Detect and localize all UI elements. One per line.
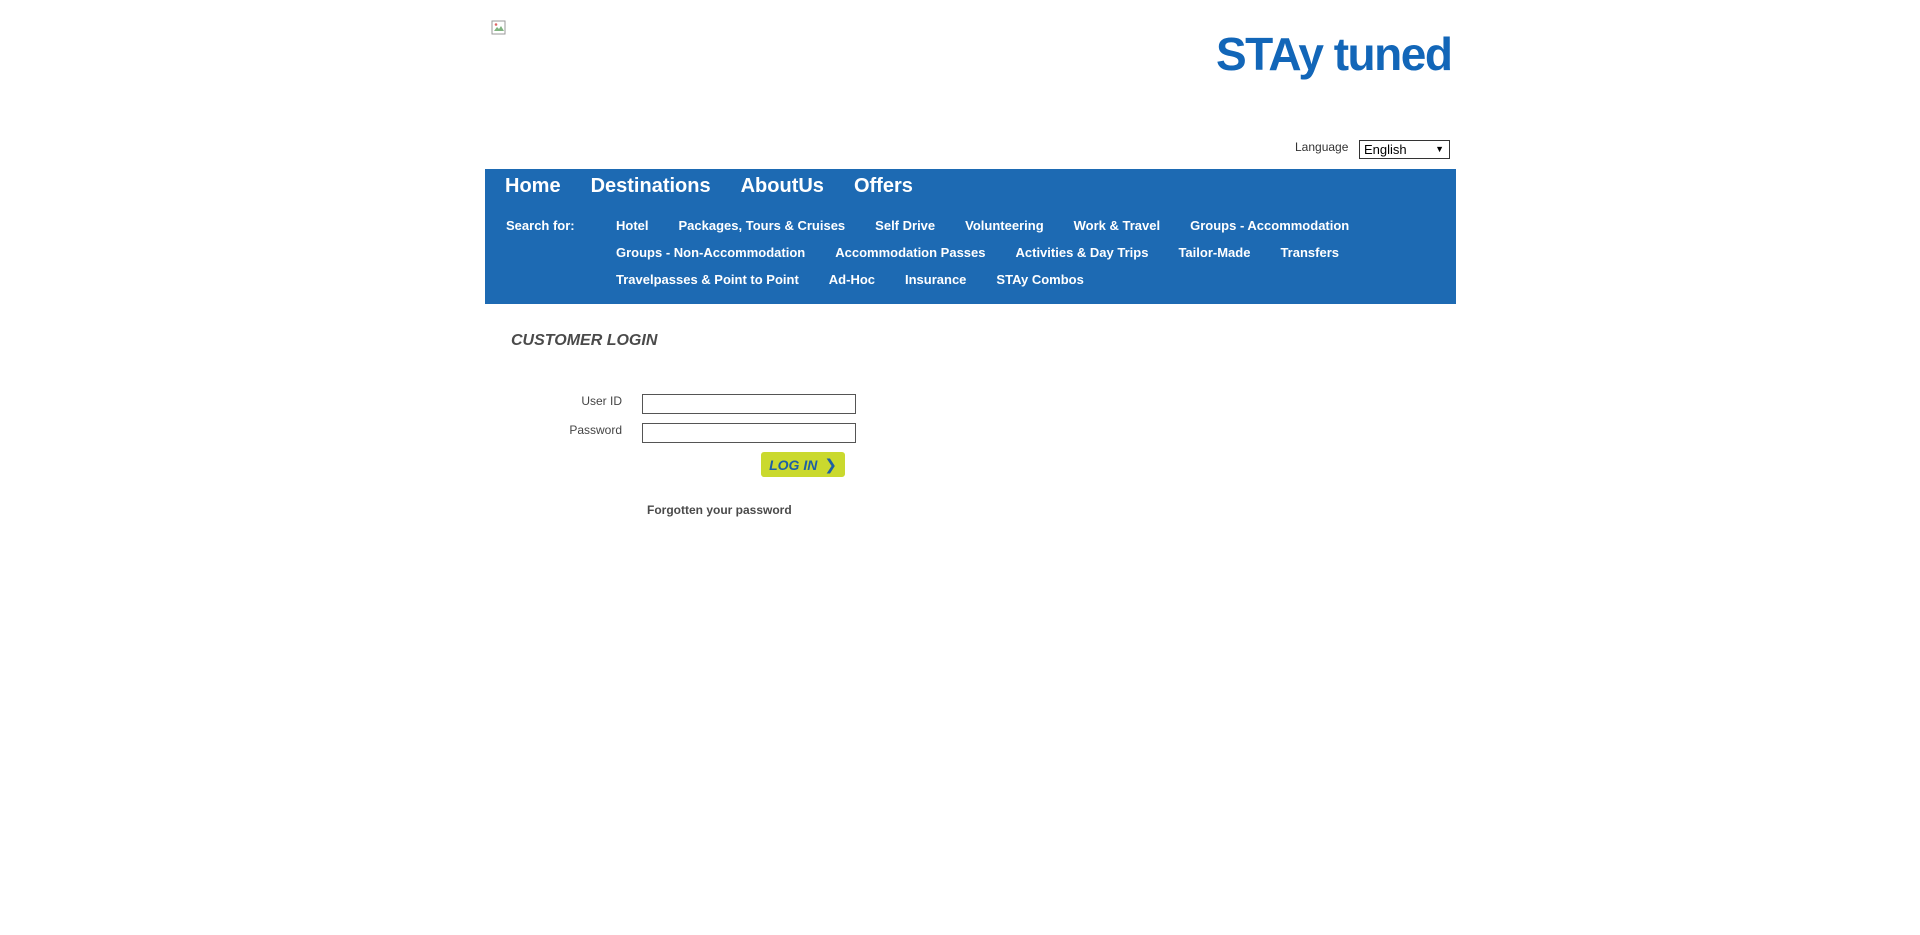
search-stay-combos[interactable]: STAy Combos	[996, 272, 1083, 287]
language-selected-value: English	[1364, 142, 1407, 157]
userid-label: User ID	[581, 394, 622, 408]
search-self-drive[interactable]: Self Drive	[875, 218, 935, 233]
password-field[interactable]	[642, 423, 856, 443]
main-navigation: Home Destinations AboutUs Offers Search …	[485, 169, 1456, 304]
dropdown-arrow-icon: ▼	[1435, 144, 1444, 154]
login-button-label: LOG IN	[769, 456, 818, 473]
search-category-row: Hotel Packages, Tours & Cruises Self Dri…	[616, 218, 1379, 233]
nav-aboutus[interactable]: AboutUs	[741, 175, 824, 198]
language-label: Language	[1295, 140, 1349, 154]
search-packages-tours-cruises[interactable]: Packages, Tours & Cruises	[679, 218, 846, 233]
nav-destinations[interactable]: Destinations	[591, 175, 711, 198]
page-container: STAy tuned Language English ▼ Home Desti…	[485, 0, 1456, 935]
main-menu: Home Destinations AboutUs Offers	[505, 169, 943, 203]
search-category-row: Travelpasses & Point to Point Ad-Hoc Ins…	[616, 272, 1114, 287]
page-title: CUSTOMER LOGIN	[511, 332, 658, 349]
language-select[interactable]: English ▼	[1359, 140, 1450, 159]
search-for-label: Search for:	[506, 218, 575, 233]
forgot-password-link[interactable]: Forgotten your password	[647, 503, 792, 517]
chevron-right-icon: ❯	[824, 456, 837, 474]
search-hotel[interactable]: Hotel	[616, 218, 649, 233]
logo-text: STAy tuned	[1216, 28, 1451, 80]
search-tailor-made[interactable]: Tailor-Made	[1178, 245, 1250, 260]
search-volunteering[interactable]: Volunteering	[965, 218, 1043, 233]
search-ad-hoc[interactable]: Ad-Hoc	[829, 272, 875, 287]
stay-tuned-logo[interactable]: STAy tuned	[1216, 28, 1454, 86]
broken-image-icon	[491, 20, 506, 35]
search-insurance[interactable]: Insurance	[905, 272, 966, 287]
search-groups-accommodation[interactable]: Groups - Accommodation	[1190, 218, 1349, 233]
nav-offers[interactable]: Offers	[854, 175, 913, 198]
search-transfers[interactable]: Transfers	[1280, 245, 1339, 260]
search-travelpasses[interactable]: Travelpasses & Point to Point	[616, 272, 799, 287]
userid-field[interactable]	[642, 394, 856, 414]
search-groups-non-accommodation[interactable]: Groups - Non-Accommodation	[616, 245, 805, 260]
search-work-travel[interactable]: Work & Travel	[1074, 218, 1160, 233]
nav-home[interactable]: Home	[505, 175, 561, 198]
search-activities-day-trips[interactable]: Activities & Day Trips	[1016, 245, 1149, 260]
password-label: Password	[569, 423, 622, 437]
search-category-row: Groups - Non-Accommodation Accommodation…	[616, 245, 1369, 260]
search-accommodation-passes[interactable]: Accommodation Passes	[835, 245, 985, 260]
login-button[interactable]: LOG IN ❯	[761, 452, 845, 477]
